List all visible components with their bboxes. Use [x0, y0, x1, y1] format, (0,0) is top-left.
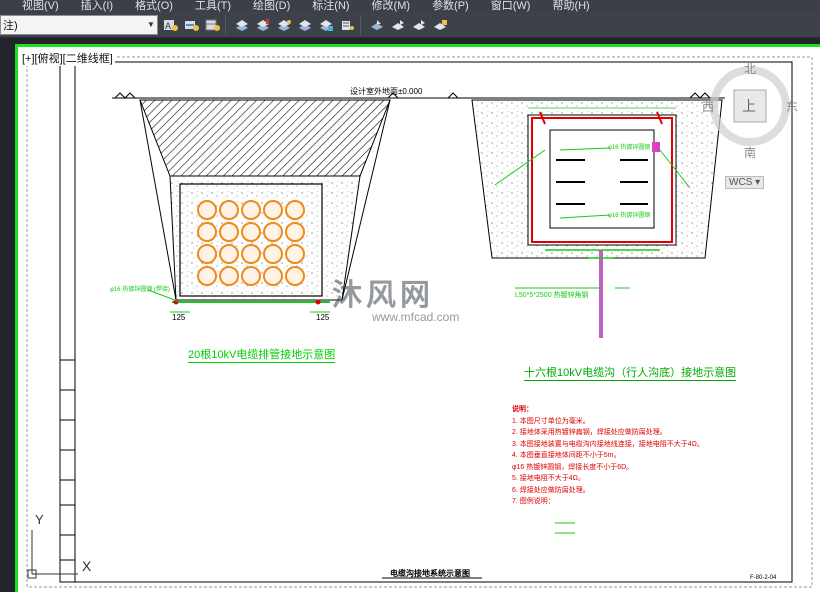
compass-south[interactable]: 南 — [744, 144, 756, 161]
ucs-y-axis: Y — [35, 512, 44, 527]
cable-duct — [241, 266, 261, 286]
chevron-down-icon: ▾ — [755, 177, 761, 188]
cable-duct — [241, 222, 261, 242]
cable-duct — [241, 200, 261, 220]
cable-duct — [263, 200, 283, 220]
cable-duct — [263, 244, 283, 264]
viewport-controls-label[interactable]: [+][俯视][二维线框] — [20, 50, 115, 66]
drawing-number: F-80-2-04 — [750, 575, 777, 581]
left-detail-title: 20根10kV电缆排管接地示意图 — [188, 346, 336, 363]
cable-duct — [219, 222, 239, 242]
cable-duct — [285, 200, 305, 220]
cable-duct — [285, 222, 305, 242]
trench-backfill-hatch — [139, 99, 391, 177]
dimension-left: 125 — [172, 313, 186, 322]
earth-rod-label: L50*5*2500 热镀锌角钢 — [515, 292, 589, 299]
cable-duct — [263, 266, 283, 286]
compass-east[interactable]: 东 — [786, 98, 798, 115]
cable-duct — [197, 244, 217, 264]
wcs-label: WCS — [729, 177, 753, 188]
wcs-menu[interactable]: WCS ▾ — [725, 176, 765, 189]
cable-duct — [197, 222, 217, 242]
right-detail-title: 十六根10kV电缆沟（行人沟底）接地示意图 — [524, 364, 737, 381]
cable-duct — [219, 266, 239, 286]
right-annotation-2: φ16 热镀锌圆钢 — [608, 213, 651, 219]
compass-north[interactable]: 北 — [744, 60, 756, 77]
right-annotation-1: φ16 热镀锌圆钢 — [608, 145, 651, 151]
left-annotation: φ16 热镀锌圆钢 (焊接) — [110, 287, 170, 293]
note-line: 4. 本图垂直接地体间距不小于5m。 — [512, 452, 621, 459]
cube-face-top[interactable]: 上 — [742, 96, 756, 116]
cable-duct — [219, 244, 239, 264]
cable-duct — [263, 222, 283, 242]
cable-duct — [285, 266, 305, 286]
cable-duct — [285, 244, 305, 264]
compass-west[interactable]: 西 — [702, 98, 714, 115]
note-line: φ16 热镀锌圆钢，焊接长度不小于6D。 — [512, 463, 634, 471]
cable-duct — [241, 244, 261, 264]
note-line: 1. 本图尺寸单位为毫米。 — [512, 417, 590, 425]
note-line: 2. 接地体采用热镀锌扁钢，焊接处应做防腐处理。 — [512, 429, 667, 436]
cable-duct — [219, 200, 239, 220]
note-line: 5. 接地电阻不大于4Ω。 — [512, 475, 585, 482]
cad-application: 视图(V) 插入(I) 格式(O) 工具(T) 绘图(D) 标注(N) 修改(M… — [0, 0, 820, 592]
drawing-notes: 说明： 1. 本图尺寸单位为毫米。 2. 接地体采用热镀锌扁钢，焊接处应做防腐处… — [512, 404, 732, 508]
notes-title: 说明： — [512, 406, 533, 413]
ground-elevation-label: 设计室外地面±0.000 — [350, 87, 423, 96]
dimension-right: 125 — [316, 313, 330, 322]
note-line: 7. 图例说明： — [512, 498, 555, 505]
title-strip — [59, 61, 76, 583]
ucs-x-axis: X — [82, 558, 92, 574]
cable-duct — [197, 200, 217, 220]
cable-duct — [197, 266, 217, 286]
drawing-title: 电缆沟接地系统示意图 — [390, 569, 470, 578]
note-line: 3. 本图接地装置与电缆沟内接地线连接，接地电阻不大于4Ω。 — [512, 440, 704, 448]
note-line: 6. 焊接处应做防腐处理。 — [512, 486, 590, 494]
